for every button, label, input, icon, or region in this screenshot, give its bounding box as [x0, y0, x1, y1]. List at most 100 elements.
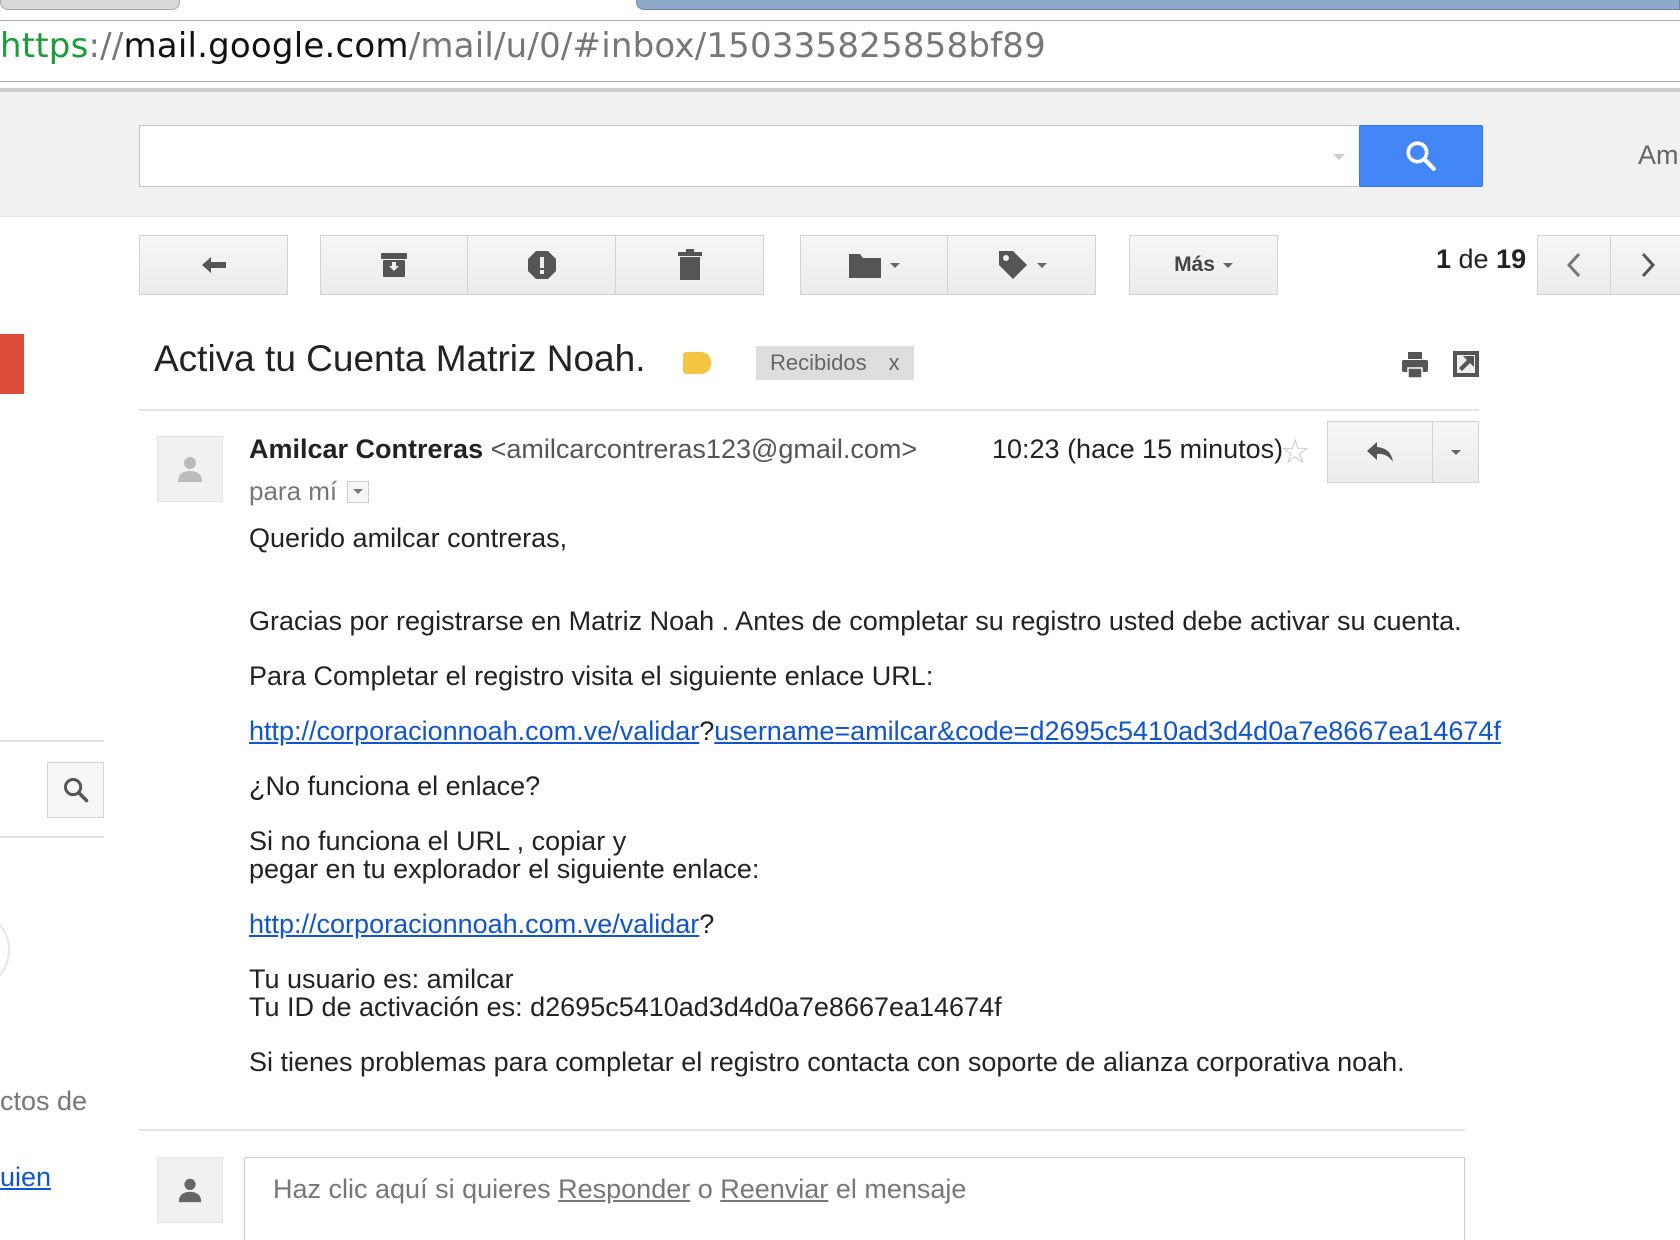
- credentials-text: Tu usuario es: amilcar Tu ID de activació…: [249, 965, 1479, 1021]
- spam-icon: [527, 251, 556, 279]
- star-icon[interactable]: ☆: [1280, 432, 1310, 472]
- copy-line-2: pegar en tu explorador el siguiente enla…: [249, 854, 760, 884]
- address-url[interactable]: https://mail.google.com/mail/u/0/#inbox/…: [0, 26, 1046, 66]
- compose-button[interactable]: [0, 334, 24, 394]
- search-icon: [1406, 141, 1436, 171]
- organize-button-group: [800, 235, 1096, 295]
- reply-divider: [139, 1129, 1465, 1131]
- delete-button[interactable]: [616, 235, 764, 295]
- reply-suffix: el mensaje: [828, 1174, 967, 1204]
- base-link-question-mark: ?: [699, 909, 715, 939]
- archive-icon: [381, 253, 407, 277]
- pager-current: 1: [1436, 244, 1452, 274]
- chevron-down-icon: [890, 262, 900, 268]
- trash-icon: [677, 249, 702, 280]
- move-to-button[interactable]: [800, 235, 948, 295]
- pager-total: 19: [1496, 244, 1527, 274]
- sidebar-partial-text: ctos de: [0, 1086, 88, 1116]
- show-details-button[interactable]: [347, 480, 370, 503]
- new-window-button[interactable]: [1452, 350, 1480, 383]
- pagination-text: 1 de 19: [1436, 244, 1526, 275]
- report-spam-button[interactable]: [468, 235, 616, 295]
- inbox-label-text: Recibidos: [770, 350, 867, 375]
- not-working-text: ¿No funciona el enlace?: [249, 771, 541, 801]
- sidebar-partial-link[interactable]: uien: [0, 1162, 51, 1193]
- archive-button[interactable]: [320, 235, 468, 295]
- pager-sep: de: [1451, 244, 1497, 274]
- chevron-down-icon: [1450, 449, 1461, 455]
- search-icon: [63, 777, 88, 803]
- quick-reply-prompt[interactable]: Haz clic aquí si quieres Responder o Ree…: [273, 1174, 966, 1205]
- importance-marker-icon[interactable]: [683, 352, 711, 374]
- activation-link-params[interactable]: username=amilcar&code=d2695c5410ad3d4d0a…: [714, 716, 1501, 746]
- activation-link-base[interactable]: http://corporacionnoah.com.ve/validar: [249, 716, 699, 746]
- instruction-text: Para Completar el registro visita el sig…: [249, 661, 934, 691]
- thanks-text: Gracias por registrarse en Matriz Noah .…: [249, 606, 1462, 636]
- chevron-down-icon: [1036, 262, 1047, 268]
- reply-icon: [1367, 442, 1393, 462]
- more-button[interactable]: Más: [1129, 235, 1278, 295]
- search-options-caret-icon[interactable]: [1333, 154, 1345, 160]
- url-host: mail.google.com: [123, 26, 409, 66]
- label-tag-icon: [998, 251, 1027, 279]
- remove-label-button[interactable]: x: [889, 350, 900, 376]
- account-name[interactable]: Am: [1638, 140, 1679, 171]
- search-input[interactable]: [139, 125, 1360, 187]
- back-arrow-icon: [201, 257, 226, 273]
- popout-icon: [1453, 351, 1479, 377]
- sidebar-divider: [0, 740, 104, 742]
- search-button[interactable]: [1359, 125, 1483, 187]
- sidebar-divider: [0, 836, 104, 838]
- chevron-down-icon: [353, 489, 364, 494]
- newer-button[interactable]: [1537, 235, 1611, 295]
- base-link[interactable]: http://corporacionnoah.com.ve/validar: [249, 909, 699, 939]
- reply-button[interactable]: [1328, 422, 1432, 482]
- url-separator: ://: [88, 26, 124, 66]
- people-search-button[interactable]: [47, 762, 104, 818]
- username-line: Tu usuario es: amilcar: [249, 964, 514, 994]
- support-text: Si tienes problemas para completar el re…: [249, 1047, 1405, 1077]
- base-link-line: http://corporacionnoah.com.ve/validar?: [249, 910, 1479, 938]
- message-body: Querido amilcar contreras, Gracias por r…: [249, 523, 1501, 1103]
- chevron-down-icon: [1222, 262, 1233, 268]
- reply-prefix: Haz clic aquí si quieres: [273, 1174, 559, 1204]
- person-icon: [178, 1178, 202, 1203]
- activation-link-line: http://corporacionnoah.com.ve/validar?us…: [249, 716, 1501, 746]
- recipient-text: para mí: [249, 476, 338, 506]
- print-icon: [1402, 352, 1428, 379]
- reply-link[interactable]: Responder: [558, 1174, 690, 1204]
- older-button[interactable]: [1611, 235, 1680, 295]
- copy-line-1: Si no funciona el URL , copiar y: [249, 826, 627, 856]
- more-actions-button[interactable]: [1432, 422, 1478, 482]
- sender-email: <amilcarcontreras123@gmail.com>: [490, 434, 918, 464]
- activation-id-line: Tu ID de activación es: d2695c5410ad3d4d…: [249, 992, 1002, 1022]
- sender-name[interactable]: Amilcar Contreras: [249, 434, 483, 464]
- action-button-group: [320, 235, 764, 295]
- hangouts-avatar: [0, 910, 10, 990]
- browser-window-frame: [636, 0, 1680, 10]
- sender-line: Amilcar Contreras <amilcarcontreras123@g…: [249, 434, 917, 465]
- browser-tab[interactable]: [0, 0, 180, 10]
- forward-link[interactable]: Reenviar: [720, 1174, 828, 1204]
- more-button-label: Más: [1174, 253, 1215, 276]
- subject-divider: [139, 409, 1479, 411]
- inbox-label-tag: Recibidos x: [756, 346, 914, 380]
- my-avatar: [157, 1157, 223, 1223]
- chevron-left-icon: [1566, 252, 1581, 278]
- sender-avatar: [157, 436, 223, 502]
- back-to-inbox-button[interactable]: [139, 235, 288, 295]
- link-question-mark: ?: [699, 716, 715, 746]
- reply-middle: o: [690, 1174, 721, 1204]
- email-subject: Activa tu Cuenta Matriz Noah.: [154, 338, 646, 379]
- chevron-right-icon: [1641, 252, 1655, 278]
- labels-button[interactable]: [948, 235, 1096, 295]
- folder-icon: [849, 254, 881, 278]
- url-path: /mail/u/0/#inbox/150335825858bf89: [408, 26, 1046, 66]
- print-all-button[interactable]: [1400, 350, 1430, 385]
- message-timestamp: 10:23 (hace 15 minutos): [992, 434, 1284, 464]
- copy-instructions: Si no funciona el URL , copiar y pegar en…: [249, 827, 1479, 883]
- person-icon: [178, 457, 202, 482]
- reply-button-group: [1327, 421, 1479, 483]
- greeting-text: Querido amilcar contreras,: [249, 523, 568, 553]
- pager-nav: [1537, 235, 1680, 295]
